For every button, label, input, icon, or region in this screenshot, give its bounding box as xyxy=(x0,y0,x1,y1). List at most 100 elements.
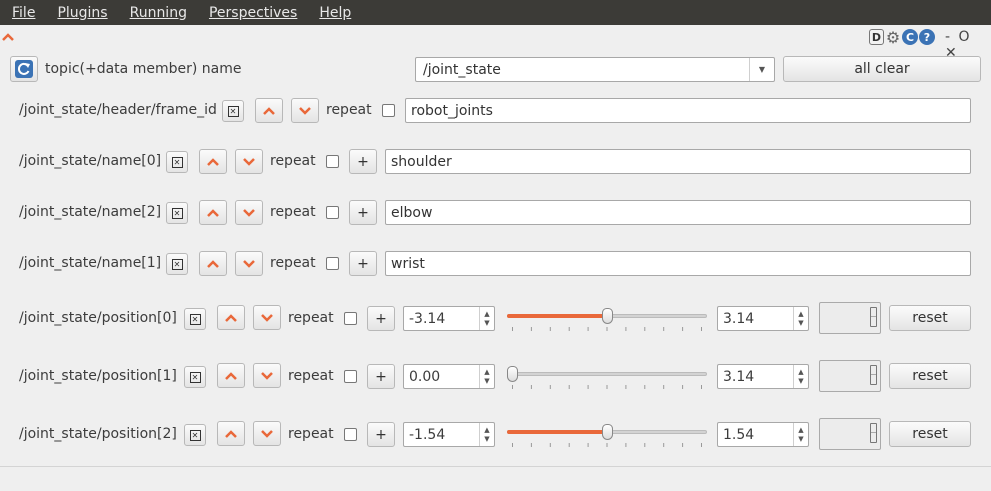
spin-arrows-icon[interactable]: ▲ ▼ xyxy=(793,307,808,330)
remove-row-button[interactable]: ✕ xyxy=(184,366,206,388)
dropdown-arrow-icon[interactable]: ▼ xyxy=(749,58,774,81)
plus-button[interactable]: + xyxy=(367,306,395,331)
repeat-label: repeat xyxy=(270,204,316,220)
max-spinbox[interactable]: 3.14 ▲ ▼ xyxy=(717,364,809,389)
move-down-button[interactable] xyxy=(235,149,263,174)
move-down-button[interactable] xyxy=(291,98,319,123)
slider-handle[interactable] xyxy=(601,424,613,440)
min-value: 0.00 xyxy=(409,368,441,385)
plus-button[interactable]: + xyxy=(349,251,377,276)
lcd-digit xyxy=(870,307,877,327)
lcd-digit xyxy=(870,423,877,443)
value-text: robot_joints xyxy=(411,102,493,119)
max-spinbox[interactable]: 1.54 ▲ ▼ xyxy=(717,422,809,447)
value-field[interactable]: wrist xyxy=(385,251,971,276)
repeat-checkbox[interactable] xyxy=(344,370,357,383)
refresh-topics-button[interactable] xyxy=(10,56,38,82)
reset-button[interactable]: reset xyxy=(889,363,971,389)
spin-arrows-icon[interactable]: ▲ ▼ xyxy=(793,365,808,388)
menu-file[interactable]: File xyxy=(0,5,45,21)
value-field[interactable]: elbow xyxy=(385,200,971,225)
chevron-up-icon xyxy=(207,259,219,268)
menu-plugins[interactable]: Plugins xyxy=(45,5,117,21)
move-down-button[interactable] xyxy=(235,251,263,276)
reload-plugin-icon[interactable]: C xyxy=(902,29,918,45)
plus-button[interactable]: + xyxy=(367,422,395,447)
move-up-button[interactable] xyxy=(199,149,227,174)
x-box-icon: ✕ xyxy=(189,429,201,441)
spin-arrows-icon[interactable]: ▲ ▼ xyxy=(479,365,494,388)
help-icon[interactable]: ? xyxy=(919,29,935,45)
move-up-button[interactable] xyxy=(199,200,227,225)
plus-button[interactable]: + xyxy=(367,364,395,389)
x-box-icon: ✕ xyxy=(171,156,183,168)
slider-ticks xyxy=(512,385,702,389)
value-slider[interactable] xyxy=(507,424,707,447)
slider-ticks xyxy=(512,443,702,447)
row-name: /joint_state/name[2] xyxy=(19,204,162,220)
repeat-checkbox[interactable] xyxy=(326,206,339,219)
row-name: /joint_state/header/frame_id xyxy=(19,102,217,118)
menu-running[interactable]: Running xyxy=(118,5,197,21)
remove-row-button[interactable]: ✕ xyxy=(166,202,188,224)
chevron-down-icon xyxy=(261,313,273,322)
row-name: /joint_state/name[0] xyxy=(19,153,162,169)
remove-row-button[interactable]: ✕ xyxy=(166,151,188,173)
min-spinbox[interactable]: -1.54 ▲ ▼ xyxy=(403,422,495,447)
move-down-button[interactable] xyxy=(235,200,263,225)
lcd-display xyxy=(819,360,881,392)
repeat-checkbox[interactable] xyxy=(344,312,357,325)
value-field[interactable]: shoulder xyxy=(385,149,971,174)
move-up-button[interactable] xyxy=(199,251,227,276)
move-up-button[interactable] xyxy=(217,305,245,330)
slider-handle[interactable] xyxy=(601,308,613,324)
reset-button[interactable]: reset xyxy=(889,421,971,447)
remove-row-button[interactable]: ✕ xyxy=(184,424,206,446)
x-box-icon: ✕ xyxy=(189,371,201,383)
slider-handle[interactable] xyxy=(507,366,518,382)
repeat-checkbox[interactable] xyxy=(382,104,395,117)
remove-row-button[interactable]: ✕ xyxy=(166,253,188,275)
all-clear-button[interactable]: all clear xyxy=(783,56,981,82)
min-spinbox[interactable]: -3.14 ▲ ▼ xyxy=(403,306,495,331)
move-down-button[interactable] xyxy=(253,305,281,330)
slider-ticks xyxy=(512,327,702,331)
max-spinbox[interactable]: 3.14 ▲ ▼ xyxy=(717,306,809,331)
value-slider[interactable] xyxy=(507,366,707,389)
move-down-button[interactable] xyxy=(253,421,281,446)
plus-button[interactable]: + xyxy=(349,149,377,174)
plus-button[interactable]: + xyxy=(349,200,377,225)
value-slider[interactable] xyxy=(507,308,707,331)
refresh-icon xyxy=(15,60,33,78)
spin-arrows-icon[interactable]: ▲ ▼ xyxy=(793,423,808,446)
remove-row-button[interactable]: ✕ xyxy=(222,100,244,122)
menu-perspectives[interactable]: Perspectives xyxy=(197,5,307,21)
value-field[interactable]: robot_joints xyxy=(405,98,971,123)
spin-arrows-icon[interactable]: ▲ ▼ xyxy=(479,307,494,330)
lcd-digit xyxy=(870,365,877,385)
chevron-down-icon xyxy=(243,208,255,217)
gear-icon[interactable]: ⚙ xyxy=(885,28,901,47)
row-name: /joint_state/position[1] xyxy=(19,368,177,384)
repeat-checkbox[interactable] xyxy=(326,257,339,270)
dock-title-bar: D ⚙ C ? - O ✕ xyxy=(0,25,991,61)
move-up-button[interactable] xyxy=(255,98,283,123)
repeat-label: repeat xyxy=(288,310,334,326)
dock-d-icon[interactable]: D xyxy=(869,29,884,45)
repeat-label: repeat xyxy=(288,368,334,384)
menu-help[interactable]: Help xyxy=(307,5,361,21)
spin-arrows-icon[interactable]: ▲ ▼ xyxy=(479,423,494,446)
repeat-checkbox[interactable] xyxy=(344,428,357,441)
min-spinbox[interactable]: 0.00 ▲ ▼ xyxy=(403,364,495,389)
chevron-up-icon xyxy=(207,208,219,217)
topic-combobox[interactable]: /joint_state ▼ xyxy=(415,57,775,82)
move-up-button[interactable] xyxy=(217,421,245,446)
repeat-label: repeat xyxy=(326,102,372,118)
repeat-label: repeat xyxy=(270,255,316,271)
move-down-button[interactable] xyxy=(253,363,281,388)
move-up-button[interactable] xyxy=(217,363,245,388)
repeat-checkbox[interactable] xyxy=(326,155,339,168)
collapse-chevron-icon[interactable] xyxy=(0,29,16,45)
remove-row-button[interactable]: ✕ xyxy=(184,308,206,330)
reset-button[interactable]: reset xyxy=(889,305,971,331)
